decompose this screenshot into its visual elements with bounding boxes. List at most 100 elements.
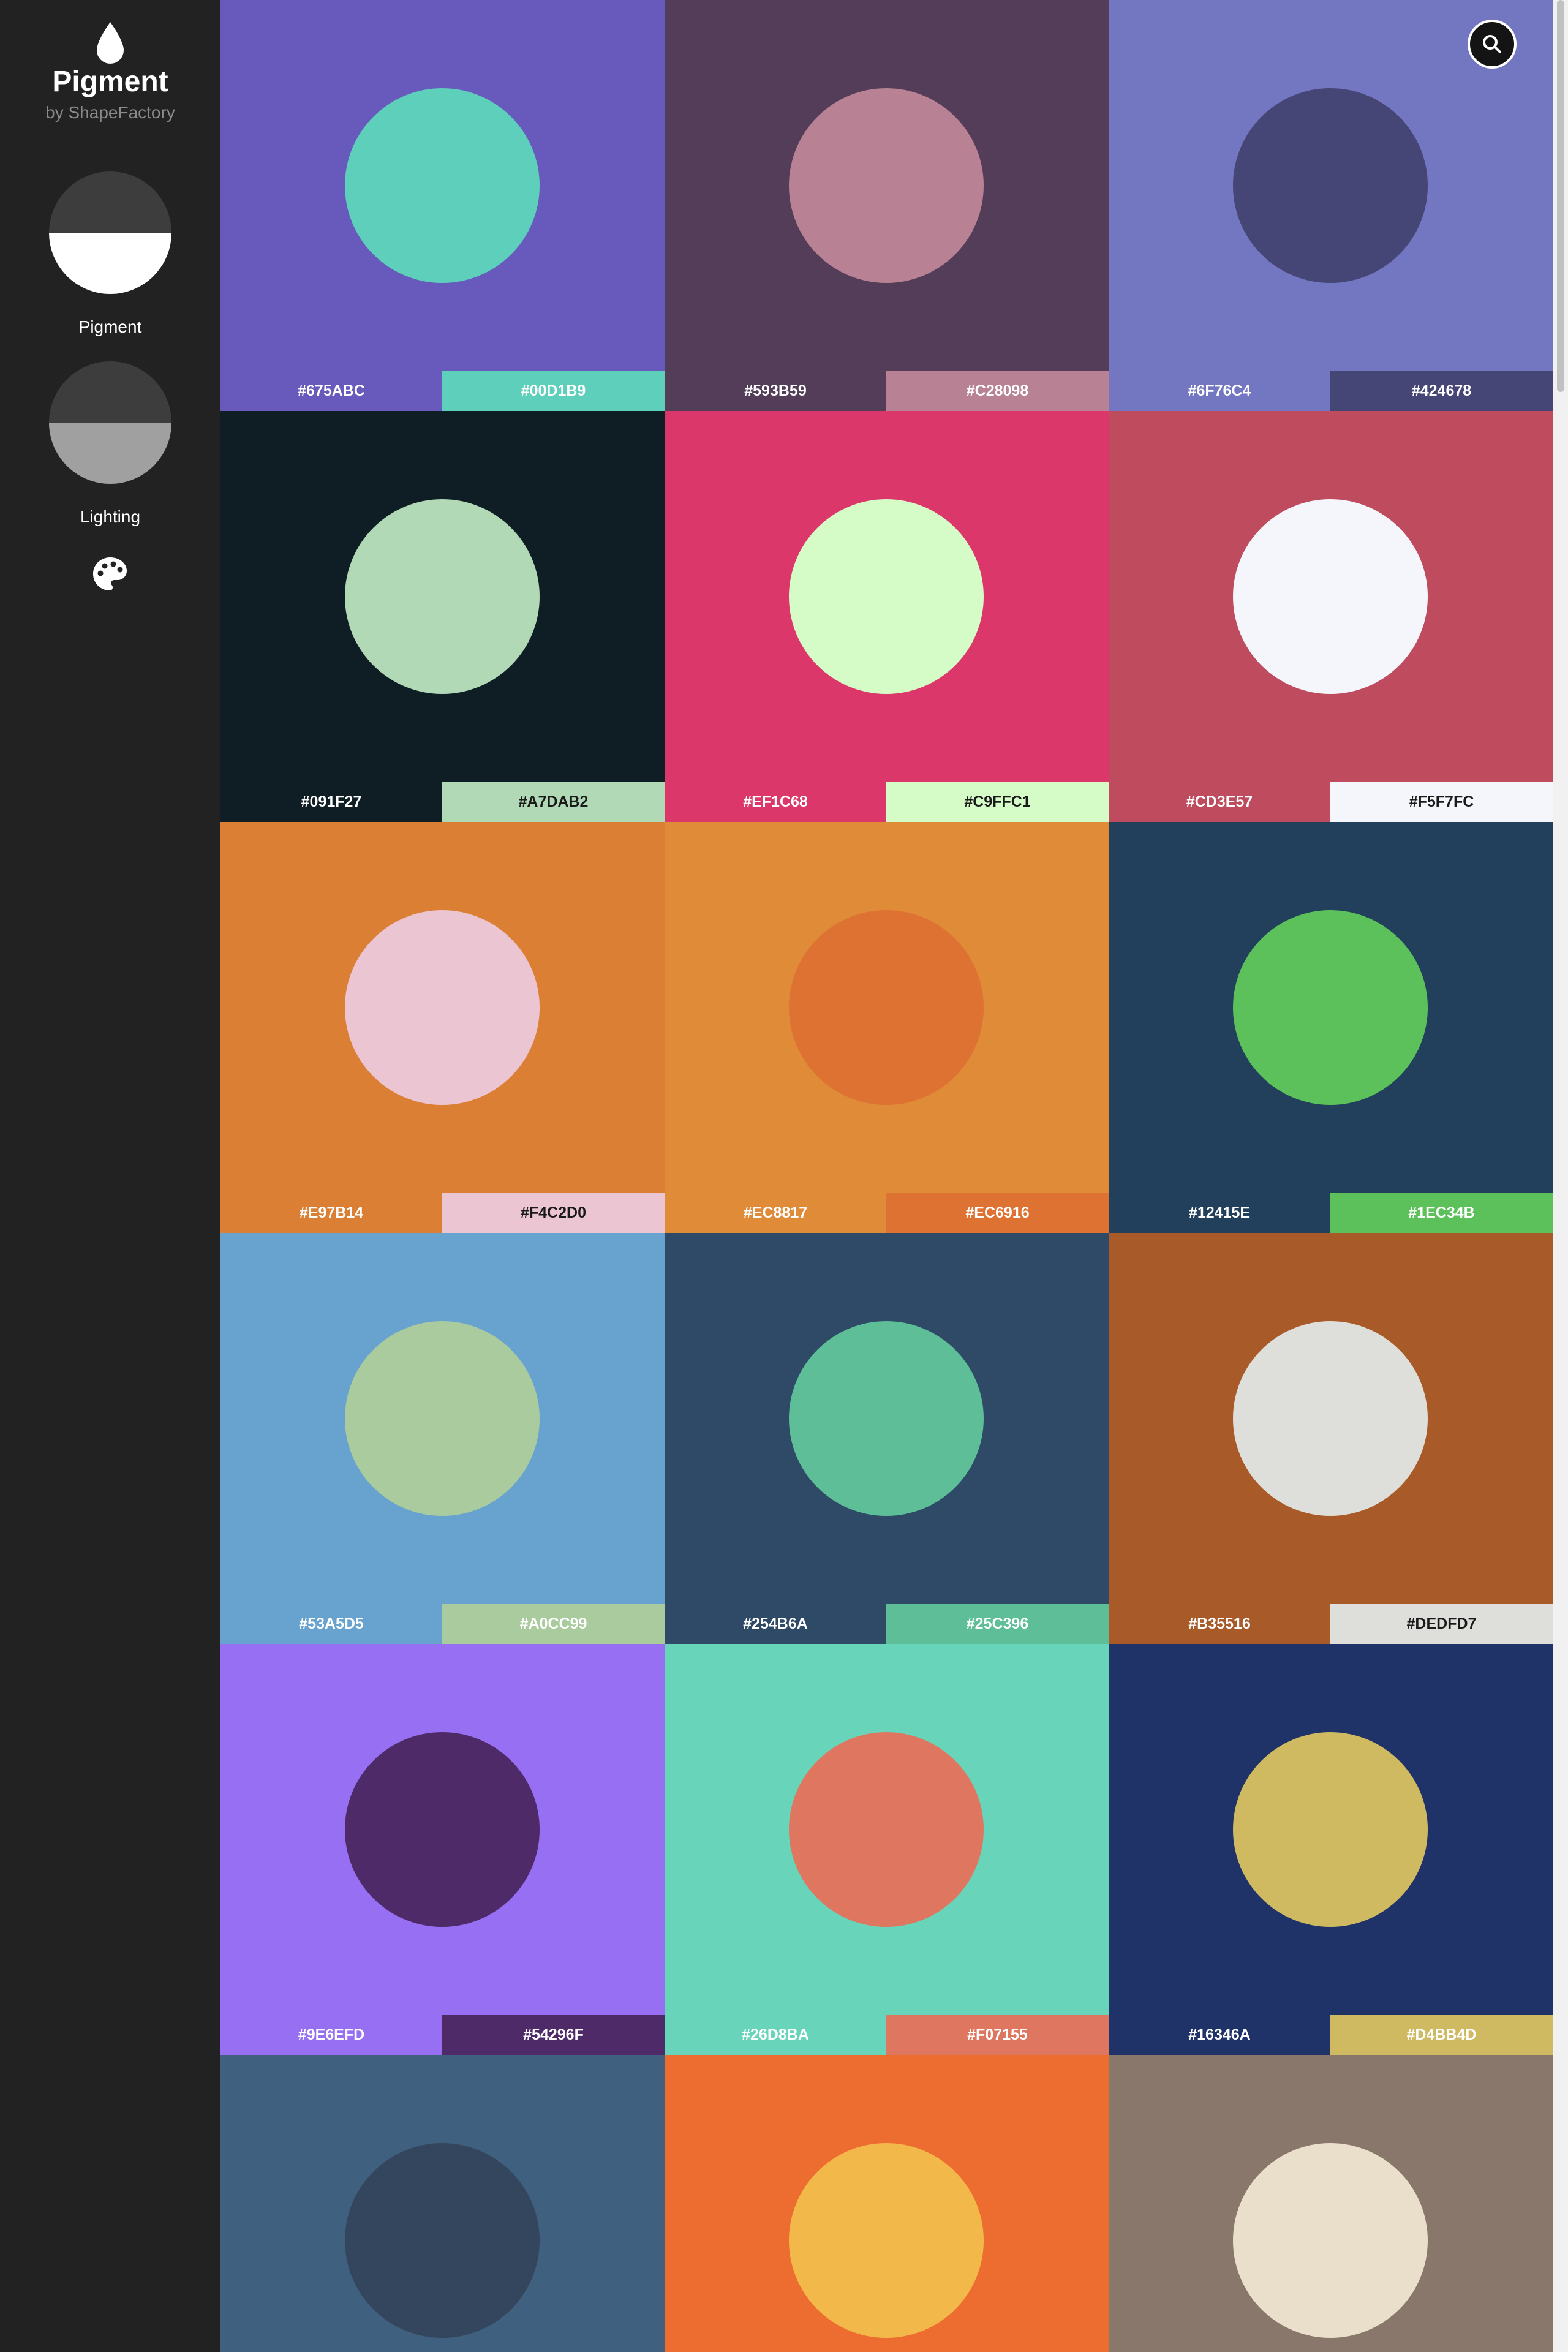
app-window: Pigment by ShapeFactory Pigment Lighting… bbox=[0, 0, 1568, 2352]
color-pair-card[interactable]: #254B6A #25C396 bbox=[665, 1233, 1109, 1644]
secondary-color-swatch[interactable]: #00D1B9 bbox=[442, 371, 665, 411]
color-pair-card[interactable]: #26D8BA #F07155 bbox=[665, 1644, 1109, 2055]
pair-preview[interactable] bbox=[221, 0, 665, 371]
pair-preview-circle bbox=[789, 910, 984, 1105]
mode-pigment-label: Pigment bbox=[78, 317, 142, 336]
search-button[interactable] bbox=[1468, 20, 1517, 69]
sidebar: Pigment by ShapeFactory Pigment Lighting bbox=[0, 0, 221, 2352]
pair-preview-circle bbox=[345, 88, 540, 283]
pair-preview[interactable] bbox=[1109, 1233, 1553, 1604]
pair-preview-circle bbox=[1233, 499, 1428, 694]
lighting-mode-icon bbox=[49, 361, 172, 484]
primary-color-swatch[interactable]: #EF1C68 bbox=[665, 782, 886, 822]
pair-preview-circle bbox=[1233, 2143, 1428, 2338]
primary-color-swatch[interactable]: #53A5D5 bbox=[221, 1604, 442, 1644]
secondary-color-swatch[interactable]: #54296F bbox=[442, 2015, 665, 2055]
pair-preview-circle bbox=[789, 1732, 984, 1927]
primary-color-swatch[interactable]: #EC8817 bbox=[665, 1193, 886, 1233]
secondary-color-swatch[interactable]: #C28098 bbox=[886, 371, 1109, 411]
mode-pigment-button[interactable]: Pigment bbox=[43, 172, 178, 338]
scrollbar[interactable] bbox=[1553, 0, 1568, 2352]
color-pair-card[interactable] bbox=[1109, 2055, 1553, 2352]
color-pair-card[interactable]: #CD3E57 #F5F7FC bbox=[1109, 411, 1553, 822]
mode-bottom-half bbox=[49, 233, 172, 294]
primary-color-swatch[interactable]: #E97B14 bbox=[221, 1193, 442, 1233]
pair-preview-circle bbox=[345, 910, 540, 1105]
pair-preview-circle bbox=[789, 88, 984, 283]
pair-preview[interactable] bbox=[1109, 1644, 1553, 2015]
pair-preview[interactable] bbox=[1109, 2055, 1553, 2352]
secondary-color-swatch[interactable]: #25C396 bbox=[886, 1604, 1109, 1644]
drop-icon bbox=[97, 22, 124, 64]
color-pair-card[interactable]: #16346A #D4BB4D bbox=[1109, 1644, 1553, 2055]
color-pair-card[interactable]: #B35516 #DEDFD7 bbox=[1109, 1233, 1553, 1644]
secondary-color-swatch[interactable]: #EC6916 bbox=[886, 1193, 1109, 1233]
color-pair-card[interactable]: #593B59 #C28098 bbox=[665, 0, 1109, 411]
color-pair-card[interactable]: #675ABC #00D1B9 bbox=[221, 0, 665, 411]
secondary-color-swatch[interactable]: #C9FFC1 bbox=[886, 782, 1109, 822]
secondary-color-swatch[interactable]: #1EC34B bbox=[1330, 1193, 1553, 1233]
pair-preview-circle bbox=[1233, 910, 1428, 1105]
color-pair-card[interactable] bbox=[221, 2055, 665, 2352]
pair-preview[interactable] bbox=[221, 1644, 665, 2015]
color-pair-card[interactable] bbox=[665, 2055, 1109, 2352]
pair-preview-circle bbox=[1233, 88, 1428, 283]
palette-icon[interactable] bbox=[91, 555, 130, 594]
pair-preview-circle bbox=[345, 1321, 540, 1516]
color-pair-card[interactable]: #53A5D5 #A0CC99 bbox=[221, 1233, 665, 1644]
secondary-color-swatch[interactable]: #D4BB4D bbox=[1330, 2015, 1553, 2055]
app-subtitle: by ShapeFactory bbox=[45, 103, 175, 122]
secondary-color-swatch[interactable]: #424678 bbox=[1330, 371, 1553, 411]
color-pair-card[interactable]: #E97B14 #F4C2D0 bbox=[221, 822, 665, 1233]
pair-preview-circle bbox=[1233, 1321, 1428, 1516]
pair-preview-circle bbox=[789, 499, 984, 694]
pigment-mode-icon bbox=[49, 172, 172, 294]
secondary-color-swatch[interactable]: #F5F7FC bbox=[1330, 782, 1553, 822]
primary-color-swatch[interactable]: #254B6A bbox=[665, 1604, 886, 1644]
color-pair-card[interactable]: #EC8817 #EC6916 bbox=[665, 822, 1109, 1233]
pair-preview-circle bbox=[1233, 1732, 1428, 1927]
color-pair-card[interactable]: #9E6EFD #54296F bbox=[221, 1644, 665, 2055]
pair-preview[interactable] bbox=[1109, 822, 1553, 1193]
primary-color-swatch[interactable]: #593B59 bbox=[665, 371, 886, 411]
color-pair-card[interactable]: #EF1C68 #C9FFC1 bbox=[665, 411, 1109, 822]
mode-top-half bbox=[49, 172, 172, 233]
primary-color-swatch[interactable]: #675ABC bbox=[221, 371, 442, 411]
pair-preview-circle bbox=[345, 1732, 540, 1927]
pair-preview[interactable] bbox=[221, 2055, 665, 2352]
pair-preview[interactable] bbox=[665, 0, 1109, 371]
secondary-color-swatch[interactable]: #A7DAB2 bbox=[442, 782, 665, 822]
primary-color-swatch[interactable]: #12415E bbox=[1109, 1193, 1330, 1233]
primary-color-swatch[interactable]: #26D8BA bbox=[665, 2015, 886, 2055]
primary-color-swatch[interactable]: #16346A bbox=[1109, 2015, 1330, 2055]
pair-preview-circle bbox=[345, 2143, 540, 2338]
primary-color-swatch[interactable]: #9E6EFD bbox=[221, 2015, 442, 2055]
pair-preview[interactable] bbox=[665, 822, 1109, 1193]
scrollbar-thumb[interactable] bbox=[1557, 0, 1564, 392]
pair-preview[interactable] bbox=[1109, 411, 1553, 782]
app-title: Pigment bbox=[52, 66, 168, 98]
primary-color-swatch[interactable]: #CD3E57 bbox=[1109, 782, 1330, 822]
pair-preview[interactable] bbox=[221, 411, 665, 782]
pair-preview[interactable] bbox=[665, 2055, 1109, 2352]
mode-top-half bbox=[49, 361, 172, 423]
pair-preview[interactable] bbox=[665, 411, 1109, 782]
secondary-color-swatch[interactable]: #DEDFD7 bbox=[1330, 1604, 1553, 1644]
primary-color-swatch[interactable]: #091F27 bbox=[221, 782, 442, 822]
pair-preview[interactable] bbox=[221, 822, 665, 1193]
mode-lighting-button[interactable]: Lighting bbox=[43, 361, 178, 528]
pair-preview[interactable] bbox=[665, 1644, 1109, 2015]
palette-grid: #675ABC #00D1B9 #593B59 #C28098 #6F76C4 #4246… bbox=[221, 0, 1553, 2352]
primary-color-swatch[interactable]: #B35516 bbox=[1109, 1604, 1330, 1644]
mode-lighting-label: Lighting bbox=[80, 507, 141, 526]
color-pair-card[interactable]: #091F27 #A7DAB2 bbox=[221, 411, 665, 822]
pair-preview[interactable] bbox=[665, 1233, 1109, 1604]
primary-color-swatch[interactable]: #6F76C4 bbox=[1109, 371, 1330, 411]
pair-preview-circle bbox=[789, 1321, 984, 1516]
secondary-color-swatch[interactable]: #F07155 bbox=[886, 2015, 1109, 2055]
pair-preview-circle bbox=[789, 2143, 984, 2338]
secondary-color-swatch[interactable]: #A0CC99 bbox=[442, 1604, 665, 1644]
secondary-color-swatch[interactable]: #F4C2D0 bbox=[442, 1193, 665, 1233]
pair-preview[interactable] bbox=[221, 1233, 665, 1604]
color-pair-card[interactable]: #12415E #1EC34B bbox=[1109, 822, 1553, 1233]
